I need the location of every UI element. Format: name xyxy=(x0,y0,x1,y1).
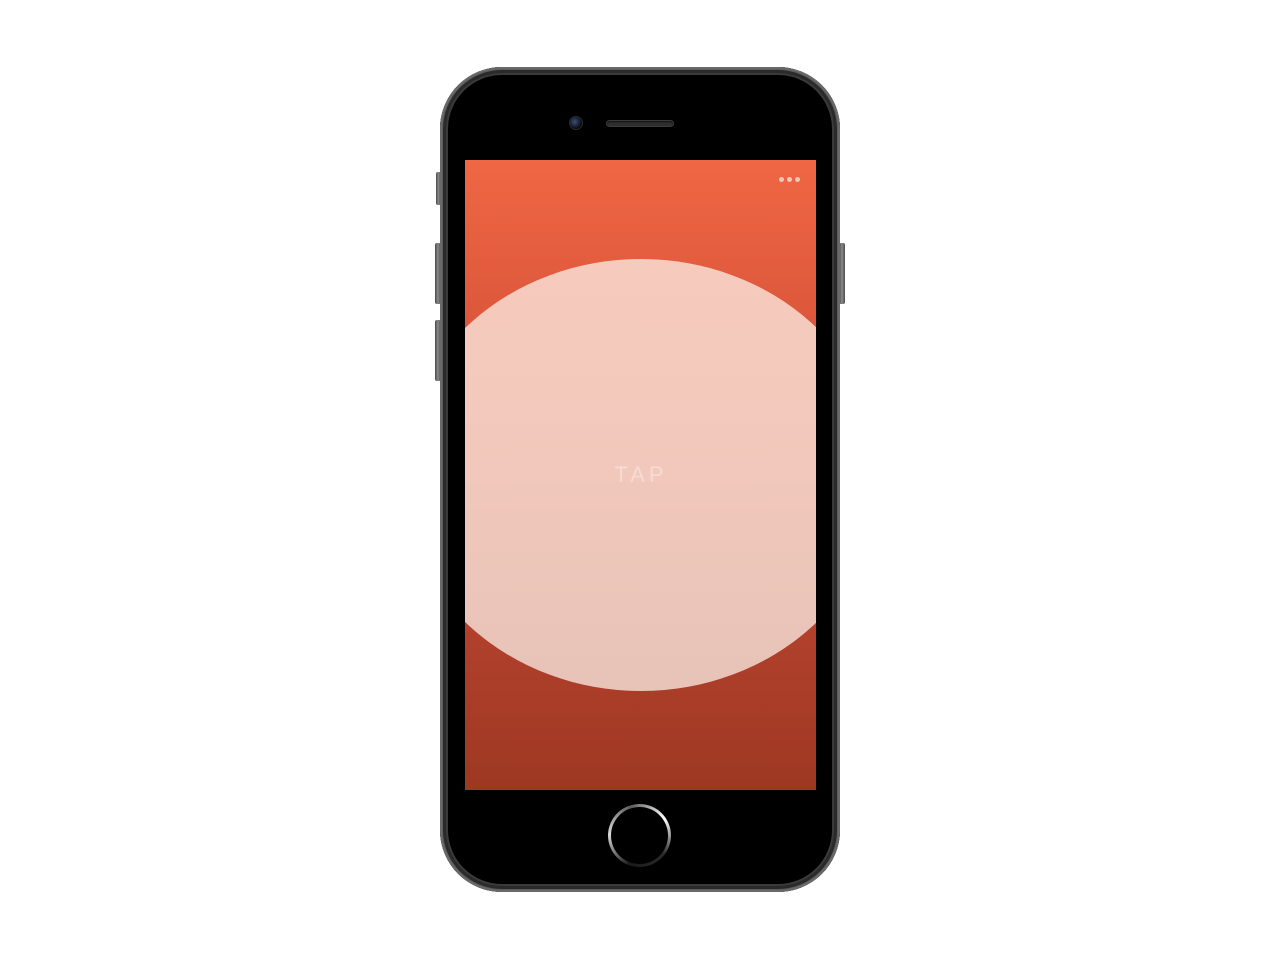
tap-label: TAP xyxy=(614,462,668,487)
more-horizontal-icon xyxy=(787,177,792,182)
earpiece-speaker xyxy=(607,121,673,126)
more-horizontal-icon xyxy=(779,177,784,182)
more-horizontal-icon xyxy=(795,177,800,182)
home-button-icon xyxy=(611,807,668,864)
tap-button[interactable]: TAP xyxy=(465,259,816,691)
app-screen: TAP xyxy=(465,160,816,790)
home-button[interactable] xyxy=(608,804,671,867)
more-menu-button[interactable] xyxy=(779,177,800,182)
stage: TAP xyxy=(0,0,1280,960)
front-camera-icon xyxy=(570,117,582,129)
